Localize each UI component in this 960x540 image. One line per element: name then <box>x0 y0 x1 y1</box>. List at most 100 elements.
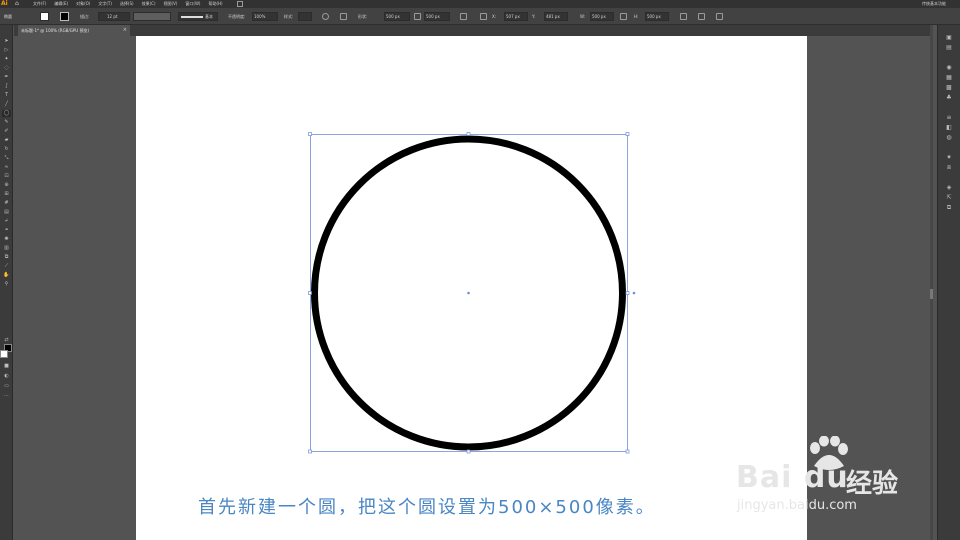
mesh-tool-icon[interactable]: # <box>2 200 11 207</box>
ellipse-tool-icon[interactable]: ◯ <box>2 110 11 117</box>
column-graph-tool-icon[interactable]: ▥ <box>2 245 11 252</box>
screen-mode-icon[interactable]: ▭ <box>2 383 11 390</box>
scale-tool-icon[interactable]: ⤡ <box>2 155 11 162</box>
magic-wand-tool-icon[interactable]: ✦ <box>2 56 11 63</box>
line-tool-icon[interactable]: ╱ <box>2 101 11 108</box>
rotate-tool-icon[interactable]: ↻ <box>2 146 11 153</box>
color-mode-icon[interactable]: ■ <box>2 363 11 370</box>
appearance-panel-icon[interactable]: ✷ <box>945 155 953 161</box>
canvas <box>308 132 636 454</box>
hand-tool-icon[interactable]: ✋ <box>2 272 11 279</box>
tools-panel: ➤ ▷ ✦ ◌ ✒ ∫ T ╱ ◯ ✎ ✐ ▰ ↻ ⤡ ≈ ⊡ ⊕ ⊞ # ▤ … <box>0 25 13 540</box>
blend-tool-icon[interactable]: ⚭ <box>2 227 11 234</box>
selection-tool-icon[interactable]: ➤ <box>2 38 11 45</box>
perspective-grid-tool-icon[interactable]: ⊞ <box>2 191 11 198</box>
menu-edit[interactable]: 编辑(E) <box>54 0 68 8</box>
menu-select[interactable]: 选择(S) <box>120 0 134 8</box>
close-tab-icon[interactable]: × <box>123 25 127 36</box>
zoom-tool-icon[interactable]: ⚲ <box>2 281 11 288</box>
stroke-weight-value: 12 pt <box>107 14 118 19</box>
libraries-panel-icon[interactable]: ▤ <box>945 45 953 51</box>
handle-right[interactable] <box>625 291 630 295</box>
artboards-panel-icon[interactable]: ⧉ <box>945 205 953 211</box>
variable-width-profile[interactable] <box>133 12 171 21</box>
graphic-style-picker[interactable] <box>298 12 312 21</box>
transparency-panel-icon[interactable]: ◍ <box>945 135 953 141</box>
gradient-panel-icon[interactable]: ◧ <box>945 125 953 131</box>
menu-window[interactable]: 窗口(W) <box>185 0 200 8</box>
fill-swatch[interactable] <box>40 12 49 21</box>
menu-bar: Ai ⌂ 文件(F) 编辑(E) 对象(O) 文字(T) 选择(S) 效果(C)… <box>0 0 960 8</box>
stroke-panel-icon[interactable]: ≡ <box>945 115 953 121</box>
link-wh-icon[interactable] <box>620 13 627 20</box>
color-panel-icon[interactable]: ◉ <box>945 65 953 71</box>
shape-builder-tool-icon[interactable]: ⊕ <box>2 182 11 189</box>
handle-bottom[interactable] <box>466 449 471 454</box>
drawing-mode-icon[interactable]: ◐ <box>2 373 11 380</box>
fill-color-swatch[interactable] <box>0 350 8 358</box>
pen-tool-icon[interactable]: ✒ <box>2 74 11 81</box>
brushes-panel-icon[interactable]: ♣ <box>945 95 953 101</box>
menu-items: 文件(F) 编辑(E) 对象(O) 文字(T) 选择(S) 效果(C) 视图(V… <box>33 0 231 8</box>
warp-tool-icon[interactable]: ≈ <box>2 164 11 171</box>
scrollbar-track[interactable] <box>930 25 933 540</box>
menu-view[interactable]: 视图(V) <box>164 0 178 8</box>
free-transform-tool-icon[interactable]: ⊡ <box>2 173 11 180</box>
pie-widget[interactable] <box>632 291 636 295</box>
shape-width-value: 500 px <box>386 14 400 19</box>
paintbrush-tool-icon[interactable]: ✎ <box>2 119 11 126</box>
handle-top-right[interactable] <box>625 132 630 136</box>
handle-bottom-right[interactable] <box>625 449 630 454</box>
menu-help[interactable]: 帮助(H) <box>208 0 222 8</box>
export-panel-icon[interactable]: ⇱ <box>945 195 953 201</box>
direct-selection-tool-icon[interactable]: ▷ <box>2 47 11 54</box>
flip-icon[interactable] <box>680 13 687 20</box>
properties-panel-icon[interactable]: ▣ <box>945 35 953 41</box>
menu-file[interactable]: 文件(F) <box>33 0 46 8</box>
gradient-tool-icon[interactable]: ▤ <box>2 209 11 216</box>
slice-tool-icon[interactable]: ⟋ <box>2 263 11 270</box>
align-icon[interactable] <box>340 13 347 20</box>
eraser-tool-icon[interactable]: ▰ <box>2 137 11 144</box>
lasso-tool-icon[interactable]: ◌ <box>2 65 11 72</box>
edit-toolbar-icon[interactable]: ⋯ <box>2 393 11 400</box>
eyedropper-tool-icon[interactable]: ⌿ <box>2 218 11 225</box>
watermark-brand-cn: 经验 <box>846 469 899 499</box>
illustrator-window: Ai ⌂ 文件(F) 编辑(E) 对象(O) 文字(T) 选择(S) 效果(C)… <box>0 0 960 540</box>
swap-colors-icon[interactable]: ⇄ <box>2 337 11 344</box>
handle-top[interactable] <box>466 132 471 136</box>
type-tool-icon[interactable]: T <box>2 92 11 99</box>
symbol-sprayer-tool-icon[interactable]: ✺ <box>2 236 11 243</box>
handle-left[interactable] <box>308 291 312 295</box>
document-tab-title: 未标题-1* @ 100% (RGB/GPU 预览) <box>21 28 90 33</box>
workspace-switcher[interactable]: 传统基本功能 <box>922 0 946 8</box>
stroke-swatch[interactable] <box>60 12 69 21</box>
panel-menu-icon[interactable] <box>716 13 723 20</box>
document-tab[interactable]: 未标题-1* @ 100% (RGB/GPU 预览) × <box>18 25 130 36</box>
isolate-icon[interactable] <box>698 13 705 20</box>
handle-top-left[interactable] <box>308 132 312 136</box>
menu-type[interactable]: 文字(T) <box>98 0 112 8</box>
color-guide-panel-icon[interactable]: ▦ <box>945 75 953 81</box>
layers-panel-icon[interactable]: ◈ <box>945 185 953 191</box>
handle-bottom-left[interactable] <box>308 449 312 454</box>
shaper-tool-icon[interactable]: ✐ <box>2 128 11 135</box>
recolor-icon[interactable] <box>322 13 329 20</box>
menu-effect[interactable]: 效果(C) <box>142 0 156 8</box>
arrange-documents-icon[interactable] <box>236 1 243 7</box>
artboard-tool-icon[interactable]: ⧉ <box>2 254 11 261</box>
watermark-url: jingyan.baidu.com <box>737 498 857 513</box>
home-icon[interactable]: ⌂ <box>15 0 23 8</box>
x-label: X: <box>492 14 497 19</box>
graphic-styles-panel-icon[interactable]: ⧈ <box>945 165 953 171</box>
artboard[interactable] <box>136 36 807 540</box>
menu-object[interactable]: 对象(O) <box>76 0 90 8</box>
swatches-panel-icon[interactable]: ▩ <box>945 85 953 91</box>
transform-icon[interactable] <box>460 13 467 20</box>
constrain-proportions-icon[interactable] <box>414 13 421 20</box>
curvature-tool-icon[interactable]: ∫ <box>2 83 11 90</box>
opacity-value: 100% <box>254 14 266 19</box>
scrollbar-thumb[interactable] <box>930 289 933 299</box>
reference-point-icon[interactable] <box>480 13 487 20</box>
h-value: 500 px <box>647 14 661 19</box>
